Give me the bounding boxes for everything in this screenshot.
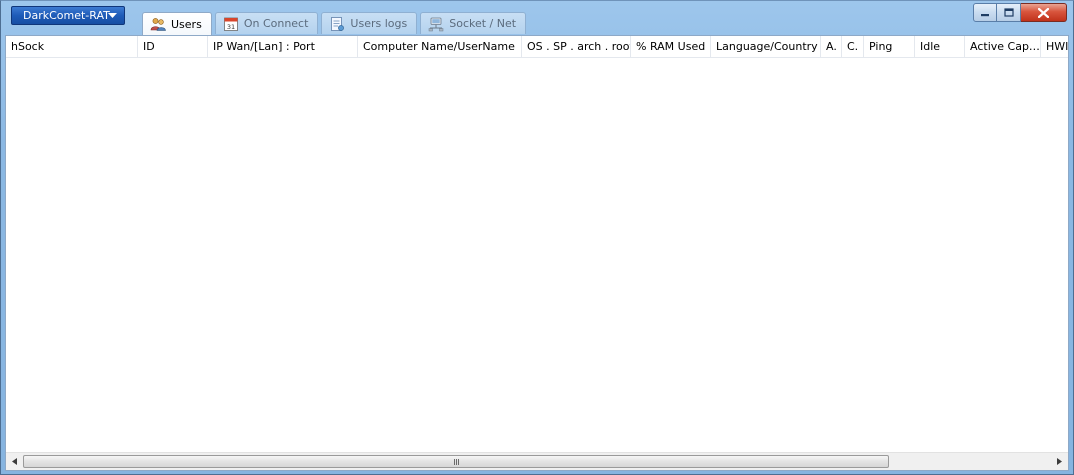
tab-users-label: Users [171, 17, 202, 31]
column-header[interactable]: Ping [864, 36, 915, 57]
svg-text:31: 31 [227, 23, 235, 31]
column-header-row: hSock ID IP Wan/[Lan] : Port Computer Na… [6, 36, 1068, 58]
column-header[interactable]: HWI [1041, 36, 1068, 57]
column-header[interactable]: Active Cap… [965, 36, 1041, 57]
column-header[interactable]: hSock [6, 36, 138, 57]
column-header[interactable]: Language/Country [711, 36, 821, 57]
chevron-down-icon [105, 10, 119, 21]
app-menu-label: DarkComet-RAT [23, 9, 110, 22]
tab-socket-net-label: Socket / Net [449, 17, 517, 30]
chevron-left-icon [12, 458, 17, 465]
tab-users[interactable]: Users [142, 12, 212, 35]
main-window: DarkComet-RAT Users 31 On Connect Users … [0, 0, 1074, 475]
window-controls [973, 3, 1067, 22]
tab-bar: Users 31 On Connect Users logs Socket / … [142, 12, 527, 35]
title-bar: DarkComet-RAT Users 31 On Connect Users … [1, 1, 1073, 35]
scroll-left-button[interactable] [6, 453, 23, 470]
app-menu-button[interactable]: DarkComet-RAT [11, 6, 125, 25]
chevron-right-icon [1057, 458, 1062, 465]
close-button[interactable] [1021, 3, 1067, 22]
users-icon [150, 18, 166, 31]
scroll-right-button[interactable] [1051, 453, 1068, 470]
column-header[interactable]: Idle [915, 36, 965, 57]
calendar-icon: 31 [223, 17, 238, 31]
scrollbar-thumb[interactable] [23, 455, 889, 468]
network-icon [428, 17, 444, 31]
horizontal-scrollbar[interactable] [6, 452, 1068, 470]
tab-on-connect[interactable]: 31 On Connect [214, 12, 319, 34]
grip-icon [453, 458, 459, 465]
column-header[interactable]: OS . SP . arch . root [522, 36, 631, 57]
column-header[interactable]: % RAM Used [631, 36, 711, 57]
column-header[interactable]: C. [842, 36, 864, 57]
tab-users-logs-label: Users logs [350, 17, 408, 30]
log-icon [331, 16, 345, 31]
tab-on-connect-label: On Connect [243, 17, 309, 30]
minimize-button[interactable] [973, 3, 997, 22]
tab-users-logs[interactable]: Users logs [321, 12, 418, 34]
users-panel: hSock ID IP Wan/[Lan] : Port Computer Na… [5, 35, 1069, 471]
column-header[interactable]: IP Wan/[Lan] : Port [208, 36, 358, 57]
users-list[interactable] [6, 58, 1068, 452]
column-header[interactable]: A. [821, 36, 842, 57]
close-icon [1038, 7, 1049, 18]
minimize-icon [981, 13, 989, 16]
maximize-icon [1003, 8, 1014, 17]
tab-socket-net[interactable]: Socket / Net [420, 12, 527, 34]
maximize-button[interactable] [997, 3, 1021, 22]
column-header[interactable]: ID [138, 36, 208, 57]
column-header[interactable]: Computer Name/UserName [358, 36, 522, 57]
